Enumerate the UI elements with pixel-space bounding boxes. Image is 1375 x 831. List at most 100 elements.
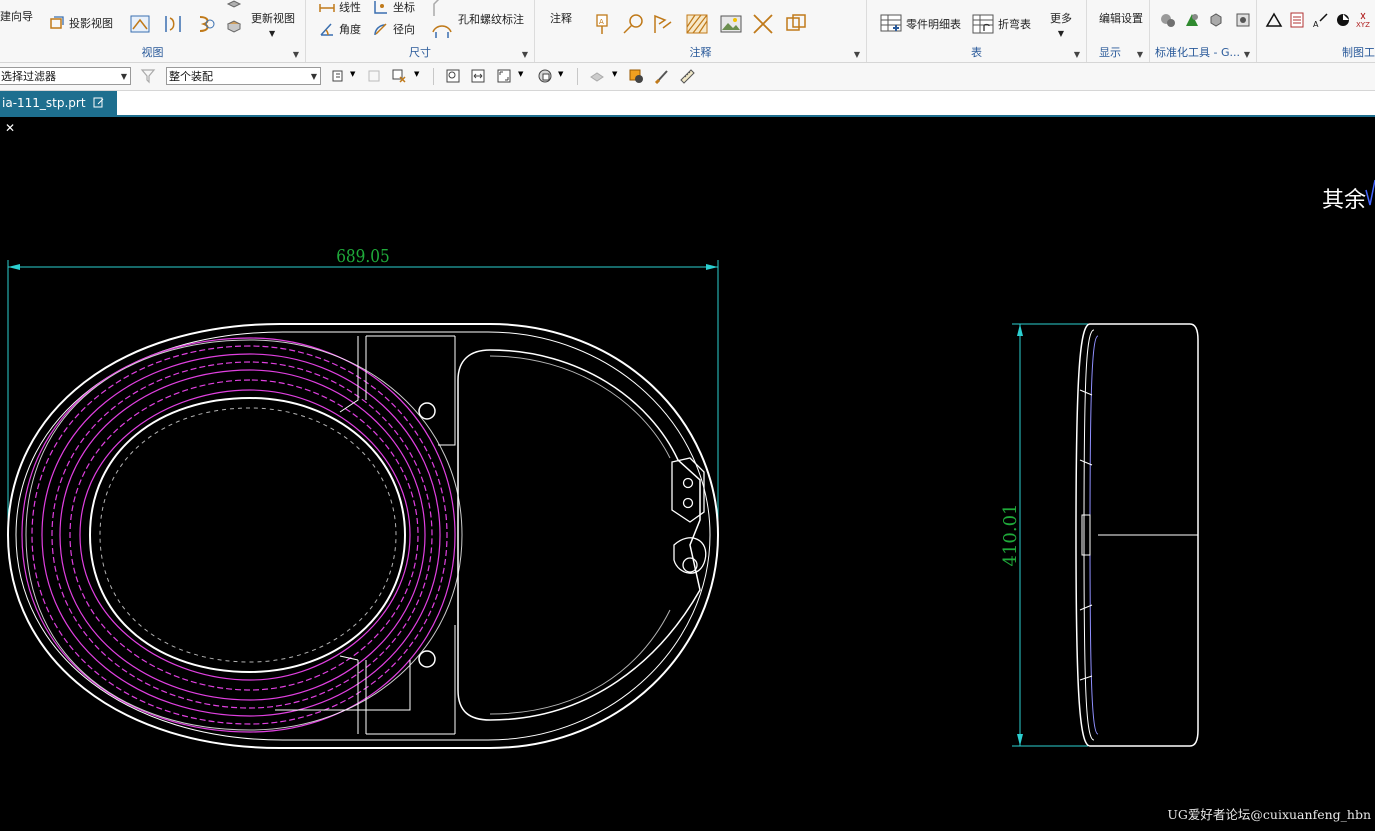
svg-text:XYZ: XYZ [1356, 21, 1370, 29]
parts-list-icon [880, 14, 902, 32]
radial-dimension-button[interactable]: 径向 [372, 20, 415, 38]
note-button[interactable]: 注释 [550, 10, 572, 26]
dimension-group: 线性 坐标 角度 径向 孔和螺纹标注 尺寸 ▼ [306, 0, 535, 62]
drawing-canvas[interactable]: 其余 689.05 410.01 UG爱好者论坛@cuixuanfeng_hbn [0, 117, 1375, 827]
linear-dim-icon [319, 4, 335, 12]
control-chamber [457, 349, 701, 721]
std-tool-2-icon[interactable] [1183, 11, 1201, 29]
image-icon[interactable] [719, 12, 743, 36]
fit-view-icon[interactable] [445, 68, 461, 84]
chevron-down-icon[interactable]: ▼ [414, 70, 419, 78]
more-button[interactable]: 更多 ▼ [1050, 10, 1072, 38]
update-view-button[interactable]: 更新视图 ▼ [251, 10, 295, 38]
table-group-label: 表 [971, 46, 982, 59]
chevron-down-icon[interactable]: ▼ [518, 70, 523, 78]
chevron-down-icon: ▼ [1057, 29, 1065, 38]
std-tool-3-icon[interactable] [1207, 11, 1225, 29]
angle-dimension-button[interactable]: 角度 [318, 20, 361, 38]
chevron-down-icon[interactable]: ▼ [612, 70, 617, 78]
xyz-icon[interactable]: XYZ [1356, 11, 1374, 29]
hatch-icon[interactable] [685, 12, 709, 36]
pan-view-icon[interactable] [470, 68, 486, 84]
group-expand-icon[interactable]: ▼ [854, 50, 860, 59]
hole-callout-icon[interactable] [430, 18, 454, 42]
text-arrow-icon[interactable]: A [1312, 11, 1330, 29]
detail-view-icon[interactable] [161, 12, 185, 36]
group-expand-icon[interactable]: ▼ [1137, 50, 1143, 59]
document-tab[interactable]: ia-111_stp.prt ✕ [0, 91, 117, 135]
base-view-icon[interactable] [224, 0, 244, 36]
parts-list-label: 零件明细表 [906, 18, 961, 31]
render-style-icon[interactable] [537, 68, 553, 84]
circle-mark-icon[interactable] [1334, 11, 1352, 29]
chevron-down-icon: ▼ [120, 72, 127, 81]
document-tab-title: ia-111_stp.prt [2, 96, 86, 110]
datum-feature-icon[interactable] [651, 12, 675, 36]
color-tool-icon[interactable] [628, 68, 644, 84]
triangle-icon[interactable] [1265, 11, 1283, 29]
chevron-down-icon: ▼ [269, 29, 276, 38]
balloon-icon[interactable] [621, 12, 645, 36]
centerline-icon[interactable] [751, 12, 775, 36]
break-view-icon[interactable] [194, 12, 218, 36]
dimension-group-label: 尺寸 [409, 46, 431, 59]
surface-finish-note: 其余 [1322, 188, 1366, 213]
std-tools-group: 标准化工具 - G... ▼ [1150, 0, 1257, 62]
selection-scope-dropdown[interactable]: 整个装配 ▼ [166, 67, 321, 85]
radial-dim-icon [374, 23, 387, 36]
selection-filter-value: 选择过滤器 [1, 70, 56, 83]
chevron-down-icon: ▼ [310, 72, 317, 81]
view-wizard-label: 建向导 [0, 10, 33, 23]
coordinate-dimension-button[interactable]: 坐标 [372, 0, 415, 16]
width-dimension-text: 689.05 [336, 245, 389, 267]
symbol-icon[interactable] [784, 12, 808, 36]
radial-dimension-label: 径向 [393, 23, 415, 36]
chamfer-dim-icon[interactable] [430, 0, 454, 20]
bend-table-button[interactable]: 折弯表 [971, 12, 1031, 36]
hole-thread-callout-button[interactable]: 孔和螺纹标注 [458, 11, 524, 27]
center-structure [275, 335, 456, 735]
snap-point-icon[interactable] [391, 68, 407, 84]
brush-icon[interactable] [654, 68, 670, 84]
select-type-icon[interactable] [331, 68, 347, 84]
selection-filter-dropdown[interactable]: 选择过滤器 ▼ [0, 67, 131, 85]
view-wizard-button[interactable]: 建向导 [0, 8, 33, 24]
selection-toolbar: 选择过滤器 ▼ 整个装配 ▼ ▼ ▼ ▼ ▼ ▼ [0, 63, 1375, 91]
toolbar-separator [577, 68, 578, 85]
id-symbol-icon[interactable]: A [591, 12, 615, 36]
seat-opening [88, 396, 407, 674]
group-expand-icon[interactable]: ▼ [1244, 50, 1250, 59]
projected-view-icon [50, 16, 64, 29]
group-expand-icon[interactable]: ▼ [522, 50, 528, 59]
std-tool-1-icon[interactable] [1159, 11, 1177, 29]
filter-icon[interactable] [140, 68, 156, 84]
group-expand-icon[interactable]: ▼ [293, 50, 299, 59]
ribbon: 建向导 投影视图 更新视图 ▼ 视图 ▼ 线性 坐标 角度 径向 孔和螺纹标注 … [0, 0, 1375, 63]
group-expand-icon[interactable]: ▼ [1074, 50, 1080, 59]
zoom-view-icon[interactable] [496, 68, 512, 84]
angle-dimension-label: 角度 [339, 23, 361, 36]
linear-dimension-button[interactable]: 线性 [318, 0, 361, 16]
parts-list-button[interactable]: 零件明细表 [879, 12, 961, 36]
annotation-group: 注释 A 注释 ▼ [535, 0, 867, 62]
draft-tools-group-label: 制图工 [1342, 46, 1375, 59]
projected-view-button[interactable]: 投影视图 [48, 14, 113, 32]
chevron-down-icon[interactable]: ▼ [558, 70, 563, 78]
std-tool-4-icon[interactable] [1234, 11, 1252, 29]
side-view[interactable] [1075, 323, 1199, 747]
chevron-down-icon[interactable]: ▼ [350, 70, 355, 78]
edit-settings-button[interactable]: 编辑设置 [1099, 10, 1143, 26]
measure-icon[interactable] [679, 68, 695, 84]
front-view[interactable] [6, 323, 720, 749]
hole-thread-callout-label: 孔和螺纹标注 [458, 13, 524, 26]
coordinate-dim-icon [374, 1, 387, 14]
display-group: 编辑设置 显示 ▼ [1087, 0, 1150, 62]
table-format-icon[interactable] [1288, 11, 1306, 29]
more-label: 更多 [1050, 12, 1072, 25]
projected-view-label: 投影视图 [69, 17, 113, 30]
snap-disabled-icon[interactable] [366, 68, 382, 84]
coordinate-dimension-label: 坐标 [393, 1, 415, 14]
draft-tools-group: A XYZ 制图工 [1257, 0, 1375, 62]
disabled-tool-icon[interactable] [589, 68, 605, 84]
section-view-icon[interactable] [128, 12, 152, 36]
